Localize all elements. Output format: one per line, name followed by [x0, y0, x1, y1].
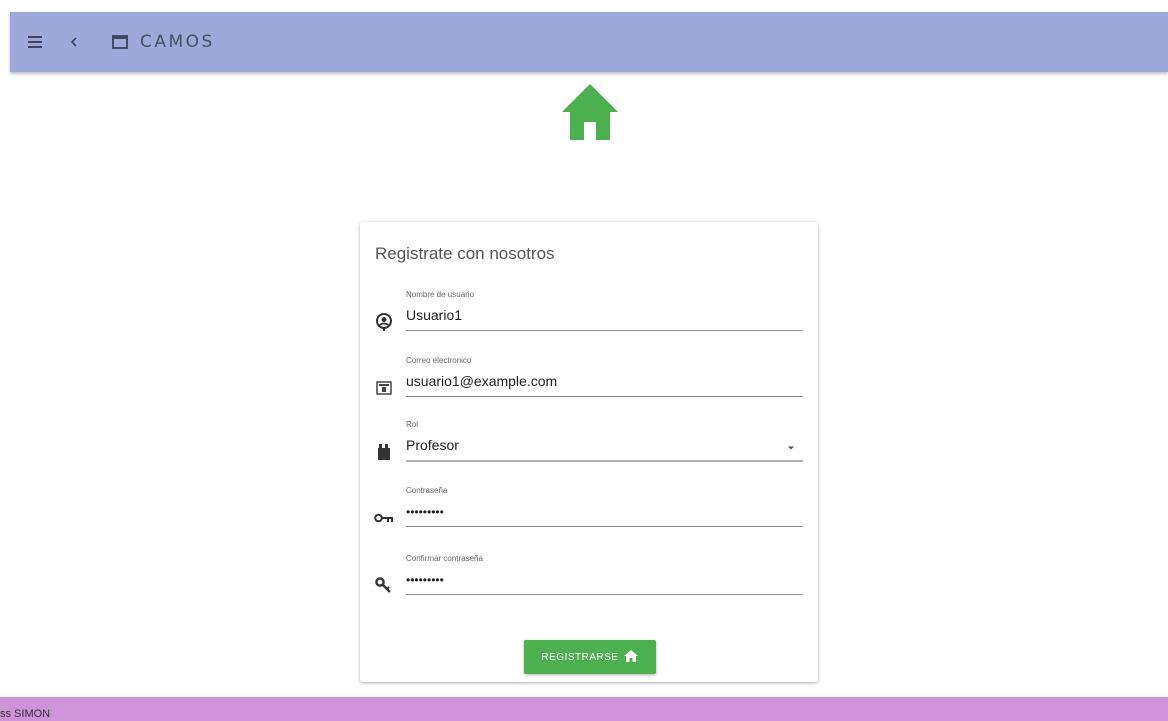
chevron-left-icon[interactable] [62, 30, 86, 54]
window-icon [108, 30, 132, 54]
role-select[interactable]: Profesor [406, 434, 802, 456]
email-underline [406, 396, 803, 397]
email-input[interactable] [406, 370, 802, 392]
menu-icon[interactable] [24, 30, 48, 54]
role-icon [374, 442, 394, 462]
app-title: CAMOS [140, 32, 215, 52]
role-underline [406, 460, 803, 462]
confirm-password-label: Confirmar contraseña [406, 554, 483, 563]
dropdown-arrow-icon[interactable] [786, 440, 796, 450]
password-input[interactable] [406, 501, 802, 523]
register-button-label: REGISTRARSE [541, 651, 619, 663]
username-label: Nombre de usuario [406, 290, 475, 299]
confirm-password-underline [406, 594, 803, 595]
register-card: Registrate con nosotros Nombre de usuari… [360, 222, 818, 682]
page: CAMOS Registrate con nosotros Nombre de … [0, 0, 1168, 721]
username-field: Nombre de usuario [372, 290, 803, 346]
register-button[interactable]: REGISTRARSE [524, 640, 656, 674]
email-label: Correo electronico [406, 356, 472, 365]
email-icon [374, 378, 394, 398]
password-field: Contraseña [372, 486, 803, 542]
form-title: Registrate con nosotros [375, 244, 555, 263]
role-label: Rol [406, 420, 419, 429]
password-label: Contraseña [406, 486, 448, 495]
confirm-password-input[interactable] [406, 569, 802, 591]
role-field[interactable]: Rol Profesor [372, 420, 803, 476]
key-icon [374, 508, 394, 528]
email-field: Correo electronico [372, 356, 803, 412]
vpn-key-icon [374, 576, 394, 596]
username-input[interactable] [406, 304, 802, 326]
account-circle-icon [374, 312, 394, 332]
footer-bar: ss SIMON [0, 697, 1168, 721]
password-underline [406, 526, 803, 527]
confirm-password-field: Confirmar contraseña [372, 554, 803, 610]
app-toolbar: CAMOS [10, 12, 1168, 72]
home-icon [558, 80, 622, 144]
footer-text: ss SIMON [0, 708, 51, 720]
home-icon [623, 649, 639, 666]
username-underline [406, 330, 803, 331]
